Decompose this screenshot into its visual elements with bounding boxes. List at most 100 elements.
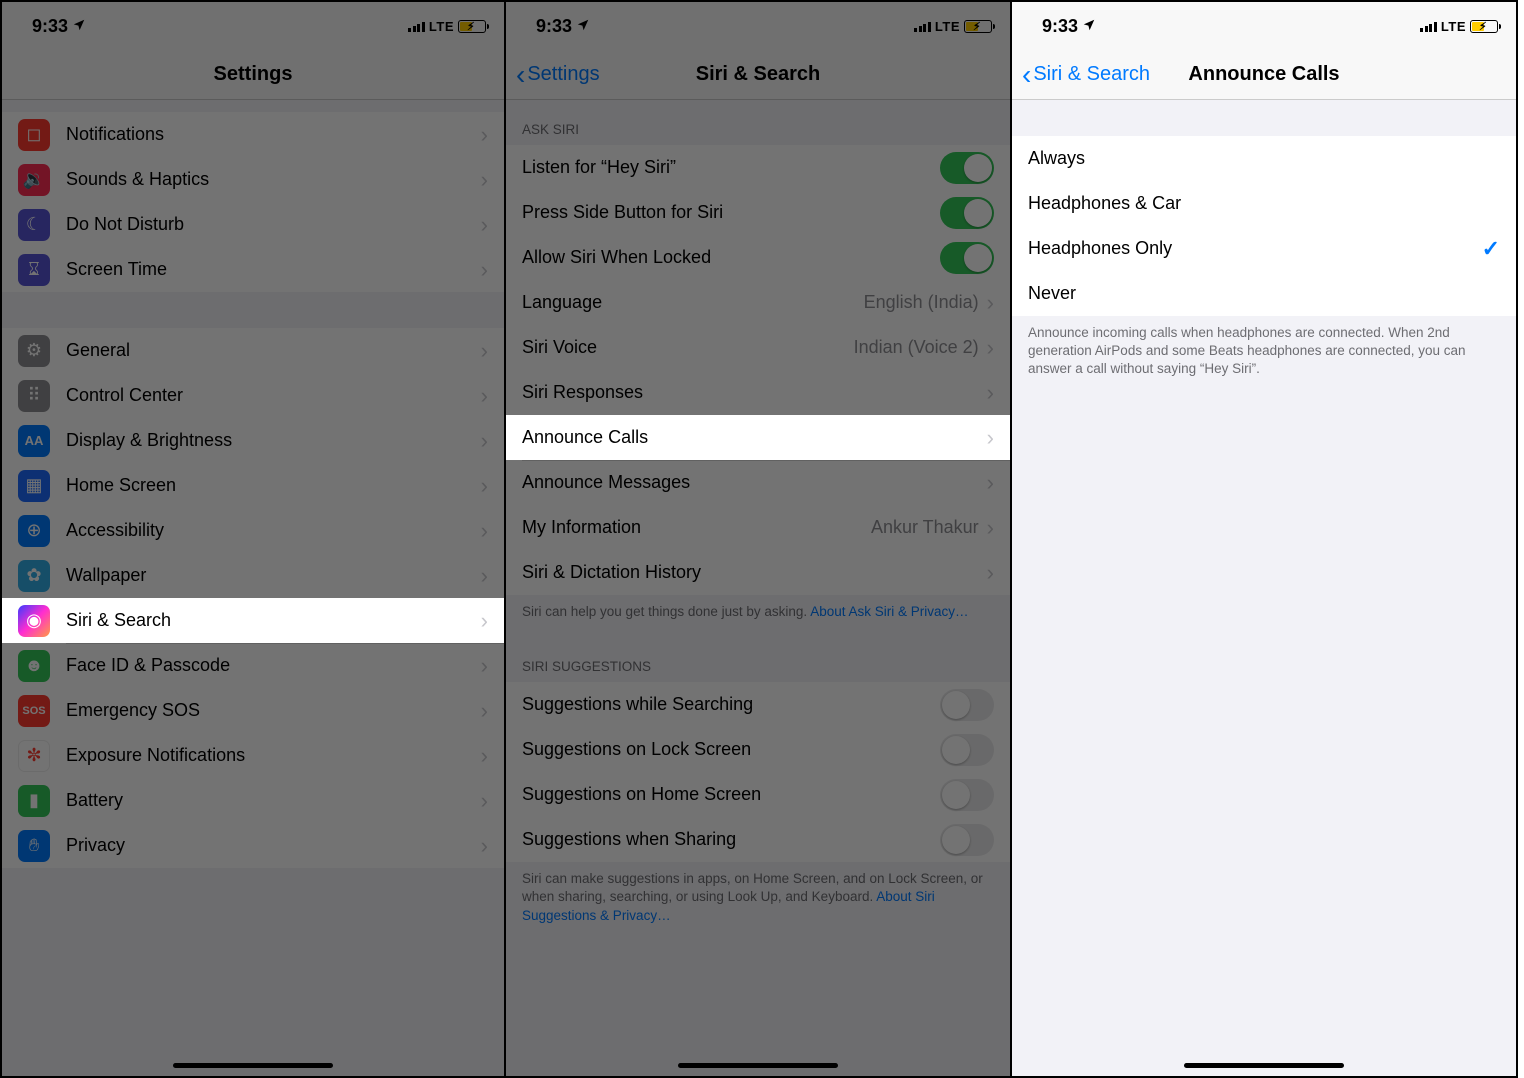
hand-icon: ✋︎ [18,830,50,862]
chevron-left-icon: ‹ [516,61,525,89]
row-exposure[interactable]: ✼ Exposure Notifications › [2,733,504,778]
gear-icon: ⚙︎ [18,335,50,367]
row-language[interactable]: Language English (India) › [506,280,1010,325]
row-label: Emergency SOS [66,700,481,721]
grid-icon: ▦ [18,470,50,502]
toggle-switch[interactable] [940,689,994,721]
row-announce-messages[interactable]: Announce Messages › [506,460,1010,505]
row-announce-calls[interactable]: Announce Calls › [506,415,1010,460]
row-siri-search[interactable]: ◉ Siri & Search › [2,598,504,643]
row-sounds[interactable]: 🔉 Sounds & Haptics › [2,157,504,202]
row-label: Face ID & Passcode [66,655,481,676]
section-footer: Siri can help you get things done just b… [506,595,1010,637]
row-battery[interactable]: ▮ Battery › [2,778,504,823]
about-siri-privacy-link[interactable]: About Ask Siri & Privacy… [810,604,968,619]
siri-icon: ◉ [18,605,50,637]
sos-icon: SOS [18,695,50,727]
row-notifications[interactable]: ◻︎ Notifications › [2,112,504,157]
nav-bar: ‹ Settings Siri & Search [506,50,1010,100]
row-display[interactable]: AA Display & Brightness › [2,418,504,463]
row-wallpaper[interactable]: ✿ Wallpaper › [2,553,504,598]
network-label: LTE [1441,19,1466,34]
row-label: Suggestions on Home Screen [522,784,940,805]
option-headphones-car[interactable]: Headphones & Car [1012,181,1516,226]
status-time: 9:33 [1042,16,1078,37]
location-icon [72,16,86,37]
chevron-right-icon: › [481,212,488,238]
row-sug-lock[interactable]: Suggestions on Lock Screen [506,727,1010,772]
row-label: Siri & Search [66,610,481,631]
signal-icon [408,20,425,32]
screen-siri-search: 9:33 LTE ⚡︎ ‹ Settings Siri & Search ASK… [506,0,1012,1078]
row-sug-home[interactable]: Suggestions on Home Screen [506,772,1010,817]
settings-list[interactable]: ◻︎ Notifications › 🔉 Sounds & Haptics › … [2,100,504,1076]
row-label: Headphones Only [1028,238,1482,259]
toggle-switch[interactable] [940,779,994,811]
row-general[interactable]: ⚙︎ General › [2,328,504,373]
back-button[interactable]: ‹ Settings [516,61,600,89]
toggle-switch[interactable] [940,197,994,229]
signal-icon [914,20,931,32]
option-headphones-only[interactable]: Headphones Only ✓ [1012,226,1516,271]
row-label: Home Screen [66,475,481,496]
row-label: Suggestions on Lock Screen [522,739,940,760]
row-sos[interactable]: SOS Emergency SOS › [2,688,504,733]
row-faceid[interactable]: ☻ Face ID & Passcode › [2,643,504,688]
row-label: Exposure Notifications [66,745,481,766]
chevron-right-icon: › [481,608,488,634]
row-siri-responses[interactable]: Siri Responses › [506,370,1010,415]
notifications-icon: ◻︎ [18,119,50,151]
row-listen-hey-siri[interactable]: Listen for “Hey Siri” [506,145,1010,190]
row-dnd[interactable]: ☾ Do Not Disturb › [2,202,504,247]
home-indicator[interactable] [173,1063,333,1068]
chevron-right-icon: › [481,428,488,454]
toggle-switch[interactable] [940,824,994,856]
home-indicator[interactable] [1184,1063,1344,1068]
row-accessibility[interactable]: ⊕ Accessibility › [2,508,504,553]
back-button[interactable]: ‹ Siri & Search [1022,61,1150,89]
toggle-switch[interactable] [940,734,994,766]
switches-icon: ⠿ [18,380,50,412]
battery-row-icon: ▮ [18,785,50,817]
location-icon [1082,16,1096,37]
hourglass-icon: ⌛︎ [18,254,50,286]
status-bar: 9:33 LTE ⚡︎ [506,2,1010,50]
row-home-screen[interactable]: ▦ Home Screen › [2,463,504,508]
row-allow-locked[interactable]: Allow Siri When Locked [506,235,1010,280]
row-label: Announce Calls [522,427,987,448]
row-label: Accessibility [66,520,481,541]
row-label: Never [1028,283,1500,304]
announce-calls-list[interactable]: Always Headphones & Car Headphones Only … [1012,100,1516,1076]
home-indicator[interactable] [678,1063,838,1068]
row-control-center[interactable]: ⠿ Control Center › [2,373,504,418]
row-sug-search[interactable]: Suggestions while Searching [506,682,1010,727]
row-label: Privacy [66,835,481,856]
toggle-switch[interactable] [940,242,994,274]
checkmark-icon: ✓ [1482,236,1500,262]
status-time: 9:33 [32,16,68,37]
back-label: Settings [527,63,599,86]
chevron-right-icon: › [987,425,994,451]
chevron-right-icon: › [481,743,488,769]
row-sug-share[interactable]: Suggestions when Sharing [506,817,1010,862]
chevron-right-icon: › [481,698,488,724]
battery-icon: ⚡︎ [458,20,486,33]
row-screen-time[interactable]: ⌛︎ Screen Time › [2,247,504,292]
chevron-right-icon: › [481,473,488,499]
option-never[interactable]: Never [1012,271,1516,316]
siri-settings-list[interactable]: ASK SIRI Listen for “Hey Siri” Press Sid… [506,100,1010,1076]
option-always[interactable]: Always [1012,136,1516,181]
row-siri-voice[interactable]: Siri Voice Indian (Voice 2) › [506,325,1010,370]
battery-icon: ⚡︎ [1470,20,1498,33]
row-my-information[interactable]: My Information Ankur Thakur › [506,505,1010,550]
row-press-side[interactable]: Press Side Button for Siri [506,190,1010,235]
row-label: Notifications [66,124,481,145]
row-privacy[interactable]: ✋︎ Privacy › [2,823,504,868]
status-bar: 9:33 LTE ⚡︎ [1012,2,1516,50]
toggle-switch[interactable] [940,152,994,184]
section-footer: Siri can make suggestions in apps, on Ho… [506,862,1010,941]
display-icon: AA [18,425,50,457]
row-label: Battery [66,790,481,811]
row-label: Siri Responses [522,382,987,403]
row-history[interactable]: Siri & Dictation History › [506,550,1010,595]
